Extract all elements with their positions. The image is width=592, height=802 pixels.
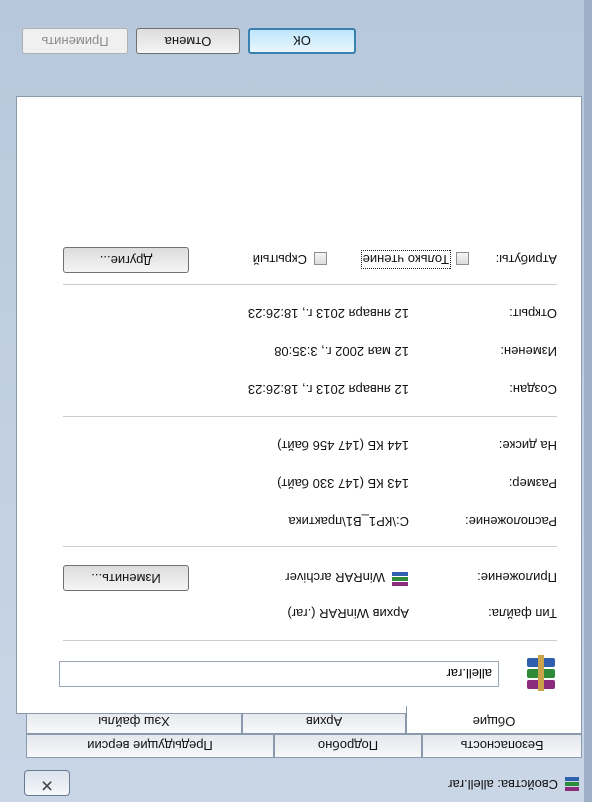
apply-button[interactable]: Применить — [22, 28, 128, 54]
close-icon: ✕ — [40, 776, 54, 793]
separator — [63, 546, 557, 547]
readonly-checkbox[interactable] — [456, 252, 469, 265]
window-frame-edge — [584, 0, 592, 802]
location-value: C:\КР1_В1\практика — [288, 514, 409, 529]
created-label: Создан: — [509, 382, 557, 397]
tab-label: Безопасность — [460, 738, 544, 753]
disk-size-value: 144 КБ (147 456 байт) — [277, 438, 409, 453]
other-attributes-button[interactable]: Другие... — [63, 247, 189, 273]
separator — [63, 284, 557, 285]
file-type-label: Тип файла: — [488, 606, 557, 621]
window-title: Свойства: allell.rar — [448, 777, 558, 792]
separator — [63, 640, 557, 641]
winrar-archive-icon — [525, 655, 557, 691]
attributes-label: Атрибуты: — [495, 252, 557, 267]
tab-security[interactable]: Безопасность — [422, 734, 582, 758]
tab-details[interactable]: Подробно — [274, 734, 422, 758]
created-value: 12 января 2013 г., 18:26:23 — [247, 382, 409, 397]
size-label: Размер: — [508, 476, 557, 491]
location-label: Расположение: — [465, 514, 557, 529]
tab-label: Общие — [472, 714, 516, 729]
opened-value: 12 января 2013 г., 18:26:23 — [247, 306, 409, 321]
hidden-checkbox[interactable] — [314, 252, 327, 265]
other-button-label: Другие... — [99, 253, 153, 268]
change-button[interactable]: Изменить... — [63, 565, 189, 591]
tab-label: Подробно — [317, 738, 379, 753]
general-panel: Тип файла: Архив WinRAR (.rar) Приложени… — [16, 96, 582, 714]
file-type-value: Архив WinRAR (.rar) — [287, 606, 409, 621]
modified-label: Изменен: — [500, 344, 557, 359]
ok-button[interactable]: ОК — [248, 28, 356, 54]
tab-general[interactable]: Общие — [406, 706, 582, 734]
ok-button-label: ОК — [293, 33, 311, 48]
tab-label: Предыдущие версии — [87, 738, 213, 753]
tab-label: Архив — [305, 714, 343, 729]
app-label: Приложение: — [477, 570, 557, 585]
winrar-icon — [564, 776, 580, 792]
disk-size-label: На диске: — [498, 438, 557, 453]
readonly-label[interactable]: Только чтение — [360, 250, 452, 269]
separator — [63, 416, 557, 417]
close-button[interactable]: ✕ — [24, 770, 70, 796]
file-name-input[interactable] — [59, 661, 499, 687]
apply-button-label: Применить — [41, 34, 109, 49]
modified-value: 12 мая 2002 г., 3:35:08 — [274, 344, 409, 359]
cancel-button-label: Отмена — [164, 34, 212, 49]
size-value: 143 КБ (147 330 байт) — [277, 476, 409, 491]
change-button-label: Изменить... — [91, 571, 161, 586]
cancel-button[interactable]: Отмена — [136, 28, 240, 54]
hidden-label[interactable]: Скрытый — [253, 252, 307, 267]
app-value: WinRAR archiver — [285, 570, 385, 585]
winrar-icon — [391, 571, 409, 587]
tab-previous-versions[interactable]: Предыдущие версии — [26, 734, 274, 758]
tab-label: Хэш файлы — [98, 714, 170, 729]
properties-dialog: Свойства: allell.rar ✕ Безопасность Подр… — [0, 0, 592, 802]
opened-label: Открыт: — [509, 306, 557, 321]
title-bar[interactable]: Свойства: allell.rar ✕ — [0, 766, 592, 802]
